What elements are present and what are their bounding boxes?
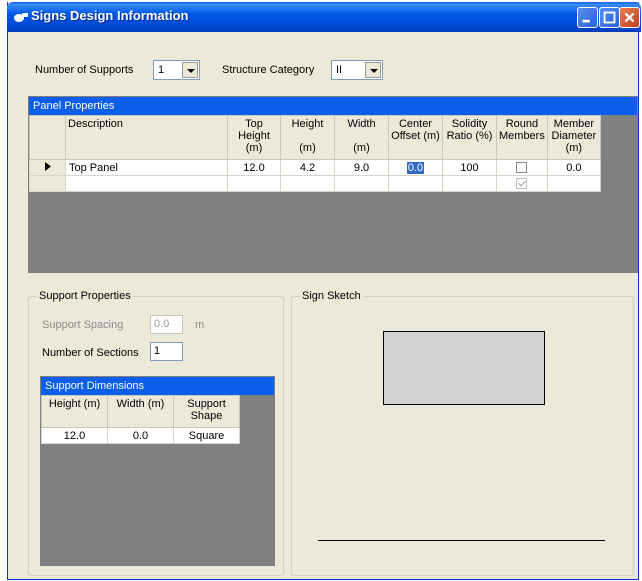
cell-support-height[interactable]: 12.0 <box>41 427 108 444</box>
number-of-sections-label: Number of Sections <box>42 347 139 359</box>
number-of-sections-input[interactable]: 1 <box>150 342 183 361</box>
new-cell[interactable] <box>442 175 497 192</box>
cell-description[interactable]: Top Panel <box>65 159 228 176</box>
new-cell[interactable] <box>546 175 601 192</box>
support-dimensions-table: Height (m) Width (m) Support Shape 12.0 … <box>41 395 240 444</box>
support-spacing-input[interactable]: 0.0 <box>150 315 183 334</box>
cell-top-height[interactable]: 12.0 <box>227 159 281 176</box>
row-pointer-icon <box>44 161 51 171</box>
col-support-height[interactable]: Height (m) <box>41 395 108 428</box>
minimize-button[interactable] <box>577 7 598 28</box>
new-cell[interactable] <box>65 175 228 192</box>
support-properties-group: Support Properties Support Spacing 0.0 m… <box>28 290 284 576</box>
support-properties-legend: Support Properties <box>37 290 133 302</box>
col-support-width[interactable]: Width (m) <box>107 395 174 428</box>
chevron-down-icon[interactable] <box>365 62 381 78</box>
col-support-shape[interactable]: Support Shape <box>173 395 240 428</box>
current-row-indicator <box>29 159 66 176</box>
panel-table: Description Top Height (m) Height (m) Wid… <box>29 115 601 192</box>
table-row[interactable]: 12.0 0.0 Square <box>41 427 240 444</box>
cell-center-offset[interactable]: 0.0 <box>388 159 443 176</box>
maximize-button[interactable] <box>599 7 620 28</box>
cell-width[interactable]: 9.0 <box>334 159 389 176</box>
new-cell[interactable] <box>227 175 281 192</box>
table-row[interactable]: Top Panel 12.0 4.2 9.0 0.0 100 0.0 <box>29 159 601 176</box>
col-description[interactable]: Description <box>65 115 228 160</box>
new-cell[interactable] <box>334 175 389 192</box>
support-spacing-label: Support Spacing <box>42 319 124 331</box>
new-row[interactable] <box>29 175 601 192</box>
panel-properties-caption: Panel Properties <box>29 97 637 115</box>
panel-properties-grid: Panel Properties Description Top Height … <box>28 96 638 273</box>
structure-category-select[interactable]: II <box>331 60 383 80</box>
new-cell[interactable] <box>388 175 443 192</box>
support-dimensions-caption: Support Dimensions <box>41 377 274 395</box>
cell-solidity-ratio[interactable]: 100 <box>442 159 497 176</box>
cell-member-diameter[interactable]: 0.0 <box>546 159 601 176</box>
structure-category-label: Structure Category <box>222 64 315 76</box>
close-button[interactable] <box>619 7 640 28</box>
col-width[interactable]: Width (m) <box>334 115 389 160</box>
support-dimensions-grid: Support Dimensions Height (m) Width (m) … <box>40 376 275 566</box>
col-member-diameter[interactable]: Member Diameter (m) <box>546 115 601 160</box>
support-header-row: Height (m) Width (m) Support Shape <box>41 395 240 428</box>
sign-sketch-group: Sign Sketch <box>291 290 634 576</box>
new-cell[interactable] <box>280 175 335 192</box>
col-solidity-ratio[interactable]: Solidity Ratio (%) <box>442 115 497 160</box>
cell-round-members[interactable] <box>496 159 548 176</box>
support-spacing-unit: m <box>195 319 205 331</box>
new-row-indicator <box>29 175 66 192</box>
sign-sketch-legend: Sign Sketch <box>300 290 363 302</box>
number-of-supports-select[interactable]: 1 <box>153 60 200 80</box>
panel-header-row: Description Top Height (m) Height (m) Wid… <box>29 115 601 160</box>
cell-height[interactable]: 4.2 <box>280 159 335 176</box>
sketch-panel-rect <box>383 331 545 405</box>
window-title: Signs Design Information <box>31 8 189 23</box>
cell-support-shape[interactable]: Square <box>173 427 240 444</box>
col-top-height[interactable]: Top Height (m) <box>227 115 281 160</box>
number-of-supports-label: Number of Supports <box>35 64 134 76</box>
chevron-down-icon[interactable] <box>182 62 198 78</box>
new-cell-round-members[interactable] <box>496 175 548 192</box>
col-center-offset[interactable]: Center Offset (m) <box>388 115 443 160</box>
round-members-default-checkbox <box>516 178 528 190</box>
app-icon <box>14 13 28 22</box>
col-height[interactable]: Height (m) <box>280 115 335 160</box>
col-round-members[interactable]: Round Members <box>496 115 548 160</box>
sketch-ground-line <box>318 540 605 541</box>
round-members-checkbox[interactable] <box>516 162 528 174</box>
cell-support-width[interactable]: 0.0 <box>107 427 174 444</box>
title-bar[interactable]: Signs Design Information <box>7 2 641 32</box>
signs-design-window: Signs Design Information Number of Suppo… <box>7 2 641 580</box>
row-header-corner <box>29 115 66 160</box>
